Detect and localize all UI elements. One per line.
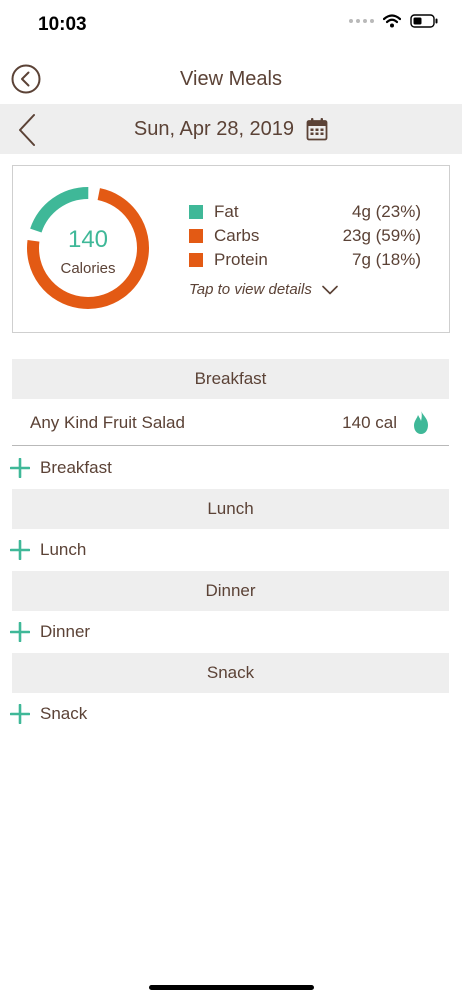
details-link-label: Tap to view details <box>189 281 312 298</box>
plus-icon <box>10 458 30 478</box>
meal-header-breakfast: Breakfast <box>12 359 449 399</box>
food-item-row[interactable]: Any Kind Fruit Salad 140 cal <box>12 401 449 446</box>
status-icons <box>349 14 438 28</box>
calorie-donut-chart: 140 Calories <box>25 185 151 311</box>
chevron-down-icon <box>322 285 338 294</box>
add-lunch-button[interactable]: Lunch <box>10 536 86 564</box>
donut-arc-fat <box>30 187 89 233</box>
view-details-link[interactable]: Tap to view details <box>189 281 338 298</box>
status-bar: 10:03 <box>0 0 462 48</box>
meal-header-dinner: Dinner <box>12 571 449 611</box>
calories-label: Calories <box>60 260 116 277</box>
signal-dots-icon <box>349 19 374 23</box>
plus-icon <box>10 540 30 560</box>
add-meal-label: Breakfast <box>40 458 112 477</box>
macro-value: 23g (59%) <box>342 226 421 245</box>
date-selector: Sun, Apr 28, 2019 <box>0 104 462 154</box>
add-meal-label: Lunch <box>40 540 87 559</box>
macro-row-carbs: Carbs 23g (59%) <box>189 224 421 248</box>
wifi-icon <box>383 14 401 28</box>
plus-icon <box>10 622 30 642</box>
protein-swatch <box>189 253 203 267</box>
current-date: Sun, Apr 28, 2019 <box>133 117 295 140</box>
meal-header-lunch: Lunch <box>12 489 449 529</box>
date-bar: Sun, Apr 28, 2019 <box>0 104 462 154</box>
add-breakfast-button[interactable]: Breakfast <box>10 454 112 482</box>
meal-header-snack: Snack <box>12 653 449 693</box>
add-dinner-button[interactable]: Dinner <box>10 618 90 646</box>
page-title: View Meals <box>180 68 282 90</box>
macro-legend: Fat 4g (23%) Carbs 23g (59%) Protein 7g … <box>189 200 421 272</box>
plus-icon <box>10 704 30 724</box>
home-indicator <box>149 985 314 990</box>
food-name: Any Kind Fruit Salad <box>30 413 185 432</box>
battery-icon <box>410 14 438 28</box>
add-meal-label: Snack <box>40 704 88 723</box>
food-calories: 140 cal <box>342 413 397 432</box>
nav-bar: View Meals <box>0 58 462 102</box>
nutrition-summary-card[interactable]: 140 Calories Fat 4g (23%) Carbs 23g (59%… <box>12 165 450 333</box>
macro-value: 7g (18%) <box>352 250 421 269</box>
macro-row-protein: Protein 7g (18%) <box>189 248 421 272</box>
macro-row-fat: Fat 4g (23%) <box>189 200 421 224</box>
add-snack-button[interactable]: Snack <box>10 700 87 728</box>
add-meal-label: Dinner <box>40 622 91 641</box>
flame-icon <box>414 410 428 434</box>
calendar-icon[interactable] <box>306 117 328 141</box>
macro-name: Protein <box>214 250 268 269</box>
macro-name: Fat <box>214 202 239 221</box>
macro-value: 4g (23%) <box>352 202 421 221</box>
status-time: 10:03 <box>38 14 87 35</box>
macro-name: Carbs <box>214 226 260 245</box>
carbs-swatch <box>189 229 203 243</box>
fat-swatch <box>189 205 203 219</box>
calories-value: 140 <box>67 226 109 253</box>
